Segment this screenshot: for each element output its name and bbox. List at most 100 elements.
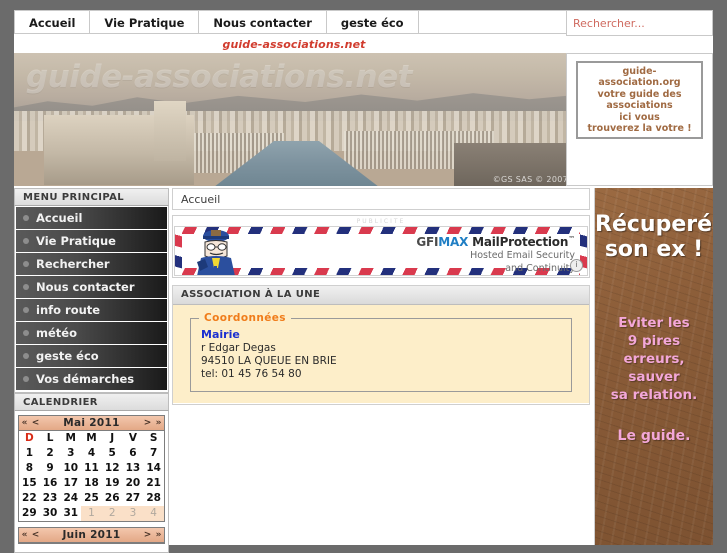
sidebar-menu-title: MENU PRINCIPAL (14, 188, 169, 206)
promo-inner-box[interactable]: guide- association.org votre guide des a… (576, 61, 703, 139)
calendar-day[interactable]: 7 (143, 446, 164, 461)
site-name: guide-associations.net (222, 38, 366, 51)
calendar-day[interactable]: 2 (40, 446, 61, 461)
sidebar-item-label: Nous contacter (36, 280, 135, 294)
calendar-day[interactable]: 22 (19, 491, 40, 506)
promo-text: guide- association.org votre guide des a… (587, 66, 691, 135)
calendar-day[interactable]: 4 (81, 446, 102, 461)
calendar-day[interactable]: 25 (81, 491, 102, 506)
calendar-prev-year-button[interactable]: « (19, 418, 30, 428)
promo-line-3: votre guide des (597, 88, 682, 100)
main-content: Accueil PUBLICITE GFIMAX MailProtection™… (172, 188, 590, 405)
right-ad-cta[interactable]: Le guide. (595, 428, 713, 444)
ad-subtitle-line1: Hosted Email Security (470, 250, 575, 261)
sidebar-item-geste-eco[interactable]: geste éco (16, 345, 167, 367)
calendar-grid: D L M M J V S 1 2 3 4 5 6 7 8 9 10 11 12… (19, 431, 164, 521)
calendar-day[interactable]: 24 (60, 491, 81, 506)
nav-tab-nous-contacter[interactable]: Nous contacter (199, 10, 327, 34)
association-name[interactable]: Mairie (201, 328, 561, 341)
calendar-day[interactable]: 16 (40, 476, 61, 491)
gfi-max-brand: GFIMAX MailProtection™ Hosted Email Secu… (416, 235, 575, 275)
banner-tower (154, 101, 186, 161)
main-columns: MENU PRINCIPAL Accueil Vie Pratique Rech… (14, 188, 713, 553)
calendar-next-month-button[interactable]: > (142, 418, 153, 428)
calendar-day[interactable]: 18 (81, 476, 102, 491)
recuperer-son-ex-ad[interactable]: Récuperér son ex ! Eviter les 9 pires er… (594, 188, 713, 545)
calendar-may: « < Mai 2011 > » D L M M J V S 1 2 3 4 5… (18, 415, 165, 522)
featured-association-panel: ASSOCIATION À LA UNE Coordonnées Mairie … (172, 285, 590, 405)
sidebar-item-info-route[interactable]: info route (16, 299, 167, 321)
nav-tab-geste-eco[interactable]: geste éco (326, 10, 419, 34)
calendar-day-other-month[interactable]: 4 (143, 506, 164, 521)
sidebar-item-label: info route (36, 303, 101, 317)
left-sidebar: MENU PRINCIPAL Accueil Vie Pratique Rech… (14, 188, 169, 553)
right-ad-body-line5: sa relation. (610, 387, 698, 403)
calendar-day[interactable]: 10 (60, 461, 81, 476)
calendar-june: « < Juin 2011 > » (18, 527, 165, 544)
sidebar-item-vos-demarches[interactable]: Vos démarches (16, 368, 167, 390)
sidebar-item-accueil[interactable]: Accueil (16, 207, 167, 229)
sidebar-item-vie-pratique[interactable]: Vie Pratique (16, 230, 167, 252)
calendar-day[interactable]: 9 (40, 461, 61, 476)
calendar-day[interactable]: 3 (60, 446, 81, 461)
search-input[interactable] (567, 11, 712, 35)
calendar-day[interactable]: 31 (60, 506, 81, 521)
calendar-next-year-button[interactable]: » (153, 530, 164, 540)
calendar-prev-year-button[interactable]: « (19, 530, 30, 540)
featured-panel-body: Coordonnées Mairie r Edgar Degas 94510 L… (173, 305, 589, 403)
right-ad-body-line1: Eviter les (618, 315, 690, 331)
calendar-day-other-month[interactable]: 1 (81, 506, 102, 521)
calendar-day[interactable]: 8 (19, 461, 40, 476)
calendar-dow: L (46, 432, 54, 444)
calendar-panel: « < Mai 2011 > » D L M M J V S 1 2 3 4 5… (14, 411, 169, 553)
nav-tab-vie-pratique[interactable]: Vie Pratique (90, 10, 200, 34)
sidebar-item-nous-contacter[interactable]: Nous contacter (16, 276, 167, 298)
calendar-next-year-button[interactable]: » (153, 418, 164, 428)
sidebar-item-label: Vie Pratique (36, 234, 116, 248)
calendar-day[interactable]: 12 (102, 461, 123, 476)
calendar-day[interactable]: 14 (143, 461, 164, 476)
promo-panel: guide- association.org votre guide des a… (566, 53, 713, 186)
sidebar-item-label: Vos démarches (36, 372, 135, 386)
calendar-day[interactable]: 28 (143, 491, 164, 506)
calendar-dow: M (65, 432, 76, 444)
calendar-day[interactable]: 29 (19, 506, 40, 521)
right-ad-title-line2: son ex ! (604, 237, 704, 262)
calendar-prev-month-button[interactable]: < (30, 530, 41, 540)
bullet-icon (23, 376, 29, 382)
calendar-day[interactable]: 30 (40, 506, 61, 521)
ad-info-icon[interactable]: i (570, 259, 583, 272)
sidebar-item-meteo[interactable]: météo (16, 322, 167, 344)
bullet-icon (23, 330, 29, 336)
association-city: 94510 LA QUEUE EN BRIE (201, 355, 337, 367)
sidebar-item-rechercher[interactable]: Rechercher (16, 253, 167, 275)
bullet-icon (23, 215, 29, 221)
calendar-day[interactable]: 19 (102, 476, 123, 491)
right-ad-body-line3: erreurs, (623, 351, 685, 367)
calendar-day[interactable]: 26 (102, 491, 123, 506)
calendar-day[interactable]: 5 (102, 446, 123, 461)
calendar-prev-month-button[interactable]: < (30, 418, 41, 428)
postman-mascot-icon (197, 230, 235, 275)
calendar-day[interactable]: 17 (60, 476, 81, 491)
calendar-next-month-button[interactable]: > (142, 530, 153, 540)
promo-line-1: guide- (622, 65, 657, 77)
calendar-month-label: Mai 2011 (63, 417, 120, 429)
calendar-day-other-month[interactable]: 3 (122, 506, 144, 521)
bullet-icon (23, 353, 29, 359)
calendar-day[interactable]: 15 (19, 476, 40, 491)
nav-tab-accueil[interactable]: Accueil (14, 10, 91, 34)
calendar-day[interactable]: 23 (40, 491, 61, 506)
search-box[interactable] (566, 10, 713, 36)
calendar-day[interactable]: 11 (81, 461, 102, 476)
calendar-day[interactable]: 13 (123, 461, 144, 476)
calendar-day[interactable]: 6 (123, 446, 144, 461)
calendar-day[interactable]: 27 (123, 491, 144, 506)
calendar-day-other-month[interactable]: 2 (101, 506, 123, 521)
banner-watermark-text: guide-associations.net (26, 59, 412, 95)
gfi-max-ad-banner[interactable]: GFIMAX MailProtection™ Hosted Email Secu… (174, 226, 588, 276)
calendar-day[interactable]: 21 (143, 476, 164, 491)
calendar-day[interactable]: 1 (19, 446, 40, 461)
calendar-dow: S (149, 432, 158, 444)
calendar-day[interactable]: 20 (123, 476, 144, 491)
